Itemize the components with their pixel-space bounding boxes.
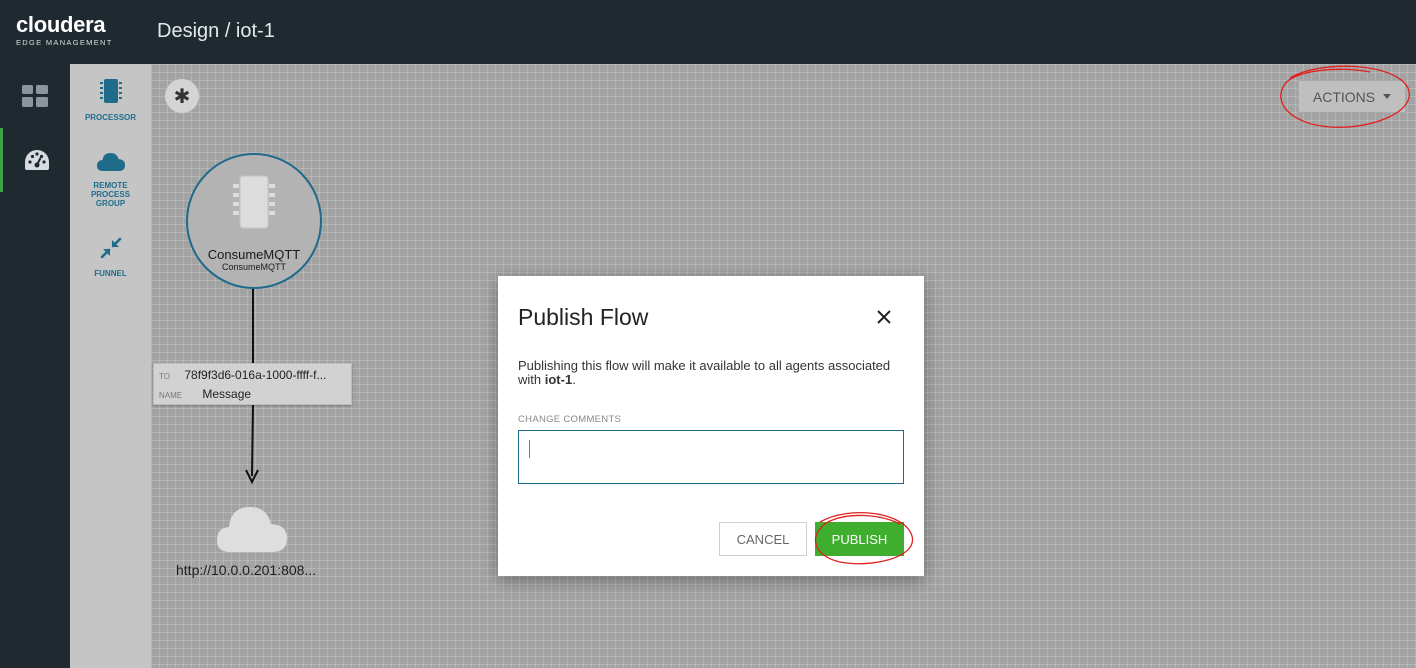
connection-to-value: 78f9f3d6-016a-1000-ffff-f...: [184, 368, 327, 382]
connection-label[interactable]: TO 78f9f3d6-016a-1000-ffff-f... NAME Mes…: [153, 363, 352, 405]
processor-name: ConsumeMQTT: [207, 247, 301, 262]
connection-name-key: NAME: [159, 391, 183, 400]
close-icon: [877, 310, 891, 324]
text-cursor: [529, 440, 530, 458]
flow-name: iot-1: [544, 372, 573, 387]
close-button[interactable]: [872, 305, 896, 329]
connection-name-value: Message: [202, 387, 252, 401]
publish-flow-dialog: Publish Flow Publishing this flow will m…: [498, 276, 924, 576]
remote-process-group-node[interactable]: [216, 503, 288, 553]
processor-node[interactable]: ConsumeMQTT ConsumeMQTT: [186, 153, 322, 289]
dialog-description: Publishing this flow will make it availa…: [518, 358, 891, 387]
publish-button[interactable]: PUBLISH: [815, 522, 904, 556]
remote-group-url: http://10.0.0.201:808...: [176, 562, 317, 578]
change-comments-label: CHANGE COMMENTS: [518, 414, 622, 425]
processor-type: ConsumeMQTT: [221, 262, 286, 272]
cancel-button[interactable]: CANCEL: [719, 522, 807, 556]
change-comments-input[interactable]: [518, 430, 904, 484]
chip-icon: [233, 175, 275, 229]
dialog-title: Publish Flow: [518, 304, 649, 330]
connection-to-key: TO: [159, 372, 170, 381]
